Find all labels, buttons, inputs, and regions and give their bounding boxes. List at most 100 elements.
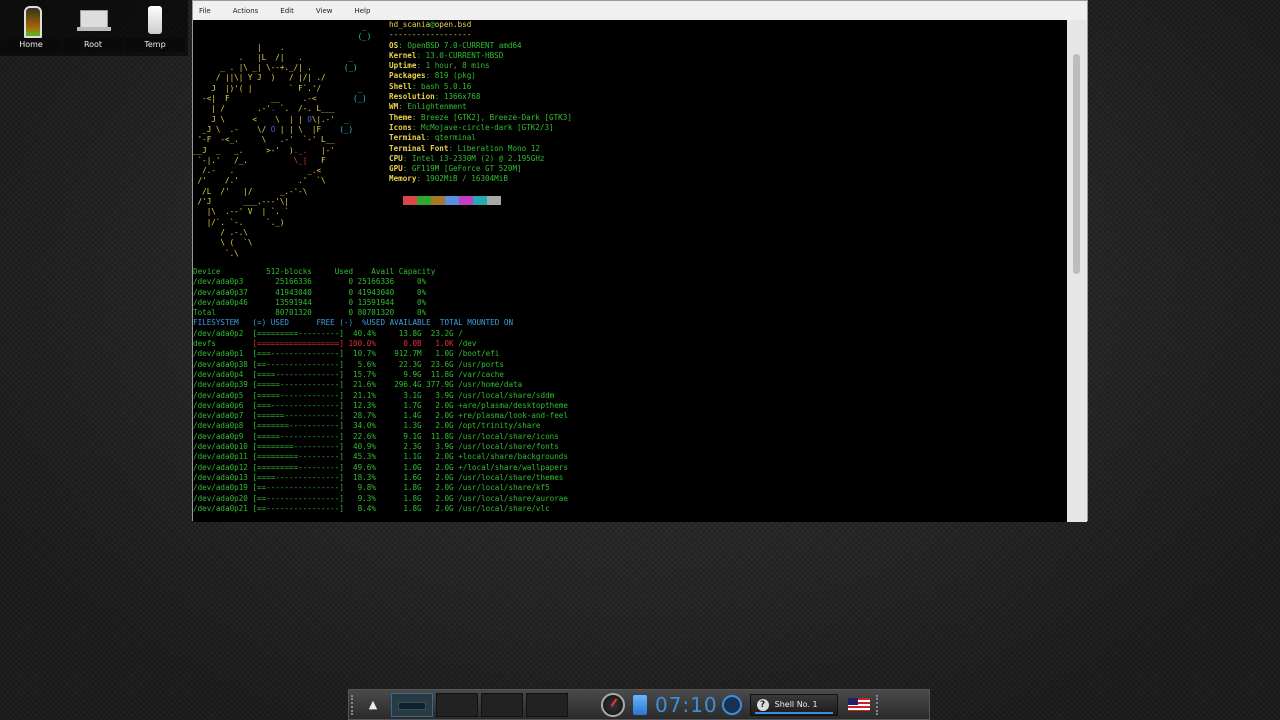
pager-desktop-2[interactable] <box>436 692 478 717</box>
menu-actions[interactable]: Actions <box>233 7 259 15</box>
fs-used-percent: 40.4% <box>343 328 376 338</box>
fs-available: 0.0B <box>375 339 422 349</box>
fs-name: /dev/ada0p5 <box>193 390 248 400</box>
fs-available: 9.9G <box>375 369 422 379</box>
pager-desktop-4[interactable] <box>526 692 568 717</box>
fs-used-percent: 9.3% <box>343 493 376 503</box>
menu-file[interactable]: File <box>199 7 211 15</box>
info-icons: McMojave-circle-dark [GTK2/3] <box>421 122 554 132</box>
fs-mount: /usr/local/share/kf5 <box>453 483 550 493</box>
fs-available: 13.8G <box>375 328 422 338</box>
fs-usage-bar: [==----------------] <box>252 359 344 369</box>
fs-usage-bar: [==----------------] <box>252 503 344 513</box>
fs-mount: +are/plasma/desktoptheme <box>453 400 568 410</box>
color-swatches <box>403 196 501 205</box>
info-memory: 1902MiB / 16304MiB <box>425 174 508 184</box>
fs-row: /dev/ada0p39 [=====-------------] 21.6% … <box>193 380 522 389</box>
fs-row: /dev/ada0p20 [==----------------] 9.3% 1… <box>193 494 568 503</box>
pager-desktop-1[interactable] <box>391 692 433 717</box>
fs-mount: /usr/local/share/aurorae <box>453 493 568 503</box>
color-swatch <box>445 196 459 205</box>
info-wm: Enlightenment <box>407 102 467 112</box>
fs-row: /dev/ada0p38 [==----------------] 5.6% 2… <box>193 360 504 369</box>
desktop-icon-temp[interactable]: Temp <box>124 0 186 56</box>
desktop-icon-label: Home <box>1 38 61 52</box>
fs-name: /dev/ada0p38 <box>193 359 248 369</box>
info-theme: Breeze [GTK2], Breeze-Dark [GTK3] <box>421 112 572 122</box>
fs-available: 1.3G <box>375 421 422 431</box>
fs-total: 2.0G <box>421 493 454 503</box>
scrollbar-thumb[interactable] <box>1073 54 1080 274</box>
fs-total: 1.0K <box>421 339 454 349</box>
fs-name: /dev/ada0p1 <box>193 349 248 359</box>
fs-name: /dev/ada0p39 <box>193 380 248 390</box>
taskbar-grip-right[interactable] <box>875 694 884 715</box>
info-user: hd_scania <box>389 20 431 29</box>
fs-used-percent: 40.9% <box>343 442 376 452</box>
fs-used-percent: 22.6% <box>343 431 376 441</box>
start-menu-button[interactable]: ▲ <box>361 693 385 717</box>
us-flag-icon[interactable] <box>847 698 870 711</box>
fs-mount: /boot/efi <box>453 349 500 359</box>
taskbar-grip[interactable] <box>351 694 361 715</box>
fs-row: /dev/ada0p11 [=========---------] 45.3% … <box>193 452 568 461</box>
menu-view[interactable]: View <box>316 7 333 15</box>
color-swatch <box>487 196 501 205</box>
info-key-icons: Icons <box>389 122 412 132</box>
info-key-cpu: CPU <box>389 153 403 163</box>
temp-box-icon <box>148 6 162 34</box>
info-key-terminal-font: Terminal Font <box>389 143 449 153</box>
fs-row: devfs [==================] 100.0% 0.0B 1… <box>193 339 477 348</box>
task-shell-no-1[interactable]: ? Shell No. 1 <box>749 693 838 716</box>
fs-used-percent: 28.7% <box>343 411 376 421</box>
desktop-icon-home[interactable]: Home <box>0 0 62 56</box>
fs-name: /dev/ada0p20 <box>193 493 248 503</box>
menu-edit[interactable]: Edit <box>280 7 294 15</box>
fs-available: 3.1G <box>375 390 422 400</box>
info-os: OpenBSD 7.0-CURRENT amd64 <box>407 40 522 50</box>
terminal-scrollbar[interactable] <box>1067 20 1087 522</box>
info-terminal: qterminal <box>434 133 476 143</box>
color-swatch <box>417 196 431 205</box>
info-key-gpu: GPU <box>389 164 403 174</box>
info-kernel: 13.0-CURRENT-HBSD <box>425 50 504 60</box>
fs-row: /dev/ada0p21 [==----------------] 8.4% 1… <box>193 504 550 513</box>
fs-row: /dev/ada0p10 [========----------] 40.9% … <box>193 442 559 451</box>
chevron-up-icon: ▲ <box>368 698 378 711</box>
file-manager-icon[interactable] <box>633 694 647 715</box>
fs-used-percent: 21.6% <box>343 380 376 390</box>
swap-row: Total 80701320 0 80701320 0% <box>193 308 427 318</box>
fs-usage-bar: [=======-----------] <box>252 421 344 431</box>
terminal-output[interactable]: _ (_) | . . |L /| . _ _ . |\ _| \--+._/|… <box>193 20 1069 522</box>
fs-used-percent: 15.7% <box>343 369 376 379</box>
fs-row: /dev/ada0p2 [=========---------] 40.4% 1… <box>193 329 463 338</box>
cpu-gauge-icon[interactable] <box>601 692 625 717</box>
terminal-window: File Actions Edit View Help _ (_) | . . … <box>192 0 1088 522</box>
fs-available: 1.6G <box>375 472 422 482</box>
fs-row: /dev/ada0p6 [===---------------] 12.3% 1… <box>193 401 568 410</box>
clock[interactable]: 07:10 <box>655 693 718 717</box>
fs-available: 1.7G <box>375 400 422 410</box>
pager-desktop-3[interactable] <box>481 692 523 717</box>
fs-row: /dev/ada0p19 [==----------------] 9.8% 1… <box>193 483 550 492</box>
fs-used-percent: 12.3% <box>343 400 376 410</box>
fs-usage-bar: [====--------------] <box>252 472 344 482</box>
fs-available: 296.4G <box>375 380 422 390</box>
info-key-kernel: Kernel <box>389 50 417 60</box>
desktop-icon-root[interactable]: Root <box>62 0 124 56</box>
swap-row: /dev/ada0p46 13591944 0 13591944 0% <box>193 297 427 307</box>
fs-mount: /usr/local/share/icons <box>453 431 559 441</box>
fs-available: 2.3G <box>375 442 422 452</box>
fs-usage-bar: [=========---------] <box>252 328 344 338</box>
fs-name: /dev/ada0p21 <box>193 503 248 513</box>
fs-header: FILESYSTEM (=) USED FREE (-) %USED AVAIL… <box>193 318 514 328</box>
fs-name: /dev/ada0p2 <box>193 328 248 338</box>
fs-name: /dev/ada0p6 <box>193 400 248 410</box>
fs-name: /dev/ada0p12 <box>193 462 248 472</box>
menu-help[interactable]: Help <box>354 7 370 15</box>
info-key-packages: Packages <box>389 71 426 81</box>
fs-row: /dev/ada0p5 [=====-------------] 21.1% 3… <box>193 391 554 400</box>
color-swatch <box>459 196 473 205</box>
fs-usage-bar: [====--------------] <box>252 369 344 379</box>
system-info: hd_scania@open.bsd ------------------ OS… <box>389 20 572 184</box>
